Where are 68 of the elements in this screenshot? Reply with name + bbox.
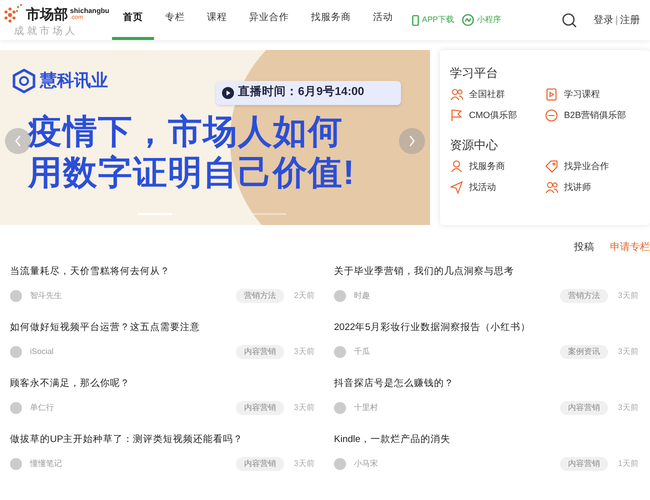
chevron-right-icon: [408, 135, 416, 147]
nav-tab[interactable]: 找服务商: [300, 0, 362, 40]
author-avatar: [334, 458, 346, 470]
submit-link[interactable]: 投稿: [574, 240, 594, 254]
nav-tab[interactable]: 专栏: [154, 0, 196, 40]
post-time: 3天前: [618, 402, 640, 414]
nav-tab[interactable]: 活动: [362, 0, 404, 40]
article-title[interactable]: Kindle，一款烂产品的消失: [334, 433, 640, 448]
hexagon-logo-icon: [12, 68, 36, 94]
nav-tab[interactable]: 异业合作: [238, 0, 300, 40]
link-circle-icon: [462, 14, 474, 26]
chevron-left-icon: [14, 135, 22, 147]
author-avatar: [334, 290, 346, 302]
phone-icon: [412, 14, 419, 26]
author-avatar: [10, 402, 22, 414]
panel-link[interactable]: 找讲师: [545, 180, 640, 194]
next-arrow-button[interactable]: [399, 128, 425, 154]
live-time-text: 直播时间：6月9号14:00: [238, 84, 364, 100]
register-link[interactable]: 注册: [620, 12, 640, 28]
author-avatar: [334, 402, 346, 414]
logo-slogan: 成 就 市 场 人: [13, 27, 76, 37]
post-time: 3天前: [618, 290, 640, 302]
article-title[interactable]: 当流量耗尽，天价雪糕将何去何从？: [10, 265, 316, 280]
author-avatar: [334, 346, 346, 358]
separator: |: [615, 14, 618, 28]
nav-tab[interactable]: 课程: [196, 0, 238, 40]
people-icon: [545, 180, 558, 194]
author-avatar: [10, 458, 22, 470]
post-time: 3天前: [618, 346, 640, 358]
post-time: 1天前: [618, 458, 640, 470]
article-title[interactable]: 如何做好短视频平台运营？这五点需要注意: [10, 321, 316, 336]
logo-text: 市场部: [26, 7, 68, 21]
panel-link[interactable]: 找活动: [450, 180, 545, 194]
tag-icon: [545, 160, 558, 174]
paper-plane-icon: [450, 180, 463, 194]
panel-link[interactable]: 全国社群: [450, 88, 545, 102]
article-title[interactable]: 关于毕业季营销，我们的几点洞察与思考: [334, 265, 640, 280]
section-heading: 学习平台: [450, 65, 499, 82]
section-heading: 资源中心: [450, 137, 499, 154]
panel-link[interactable]: B2B营销俱乐部: [545, 108, 640, 122]
panel-link[interactable]: CMO俱乐部: [450, 108, 545, 122]
panel-link[interactable]: 学习课程: [545, 88, 640, 102]
post-time: 3天前: [294, 346, 316, 358]
panel-link[interactable]: 找服务商: [450, 160, 545, 174]
author-avatar: [10, 346, 22, 358]
login-link[interactable]: 登录: [593, 12, 614, 28]
carousel-indicator[interactable]: [252, 213, 286, 215]
banner-brand: 慧科讯业: [40, 70, 108, 92]
author-avatar: [10, 290, 22, 302]
badge-circle-icon: [545, 108, 558, 122]
article-title[interactable]: 顾客永不满足，那么你呢？: [10, 377, 316, 392]
post-time: 2天前: [294, 290, 316, 302]
post-time: 3天前: [294, 458, 316, 470]
search-icon[interactable]: [562, 12, 578, 28]
play-icon: [222, 87, 234, 99]
banner-headline: 用数字证明自己价值!: [28, 152, 356, 194]
article-title[interactable]: 抖音探店号是怎么赚钱的？: [334, 377, 640, 392]
flag-icon: [450, 108, 463, 122]
panel-link[interactable]: 找异业合作: [545, 160, 640, 174]
article-title[interactable]: 做拔草的UP主开始种草了：测评类短视频还能看吗？: [10, 433, 316, 448]
post-time: 3天前: [294, 402, 316, 414]
people-icon: [450, 88, 463, 102]
article-title[interactable]: 2022年5月彩妆行业数据洞察报告（小红书）: [334, 321, 640, 336]
person-icon: [450, 160, 463, 174]
banner-headline: 疫情下，市场人如何: [28, 112, 344, 153]
play-square-icon: [545, 88, 558, 102]
nav-tab[interactable]: 首页: [112, 0, 154, 40]
dandelion-logo-icon: [2, 3, 24, 25]
